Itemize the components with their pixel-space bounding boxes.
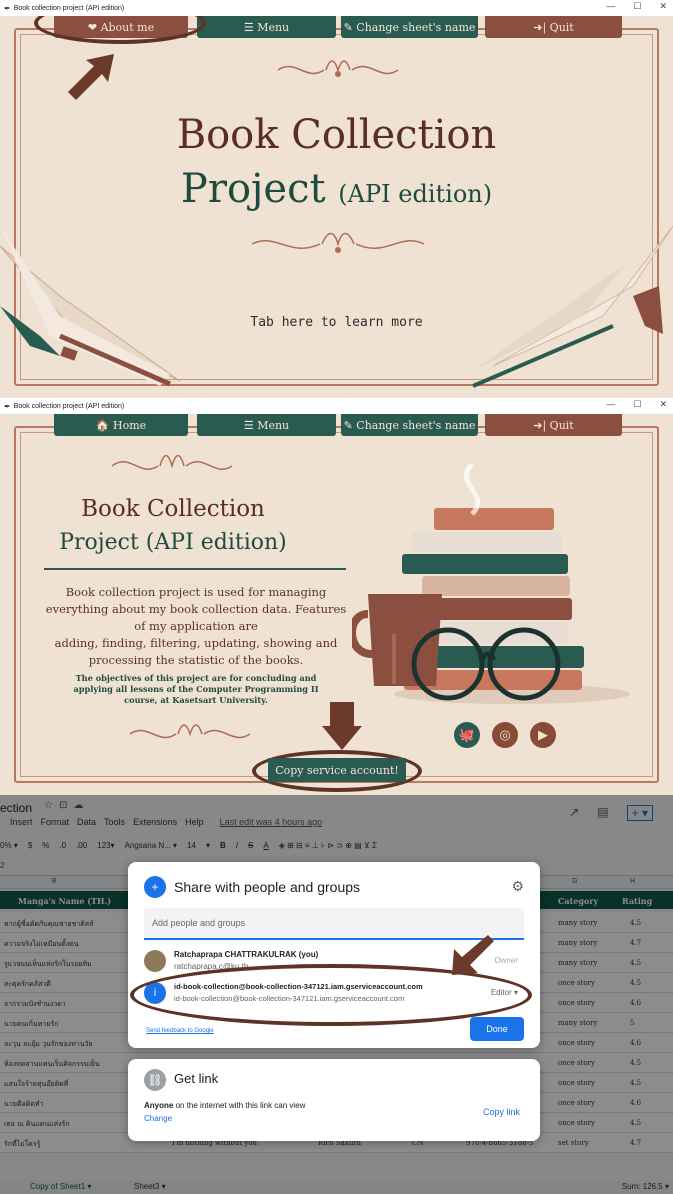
pointer-arrow xyxy=(452,935,494,975)
open-book-right xyxy=(472,206,673,388)
change-sheet-name-button[interactable]: ✎ Change sheet's name xyxy=(341,16,478,38)
about-title-line1: Book Collection xyxy=(81,496,265,522)
ornament-bottom xyxy=(129,724,251,739)
github-icon[interactable]: 🐙 xyxy=(454,722,480,748)
copy-service-account-button[interactable]: Copy service account! xyxy=(268,758,406,782)
description: Book collection project is used for mana… xyxy=(40,584,352,669)
get-link-title: Get link xyxy=(174,1071,219,1086)
window-controls: — ☐ ✕ xyxy=(606,399,667,410)
get-link-dialog: ⛓ Get link Anyone on the internet with t… xyxy=(128,1059,540,1141)
description-line: Book collection project is used for mana… xyxy=(65,585,327,599)
add-person-icon: + xyxy=(144,876,166,898)
quit-button[interactable]: ➜| Quit xyxy=(485,414,622,436)
ornament-top xyxy=(277,60,399,77)
link-access-text: Anyone on the internet with this link ca… xyxy=(144,1101,305,1110)
title-bar: ✒ Book collection project (API edition) … xyxy=(0,0,673,16)
send-feedback-link[interactable]: Send feedback to Google xyxy=(146,1028,214,1034)
open-book-left xyxy=(0,226,180,387)
minimize-icon[interactable]: — xyxy=(606,399,615,410)
window-controls: — ☐ ✕ xyxy=(606,1,667,12)
home-button[interactable]: 🏠 Home xyxy=(54,414,188,436)
objective-line: applying all lessons of the Computer Pro… xyxy=(73,684,319,694)
pointer-arrow xyxy=(322,702,362,750)
share-dialog-title: Share with people and groups xyxy=(174,879,361,895)
gear-icon[interactable]: ⚙ xyxy=(511,878,524,895)
link-desc: on the internet with this link can view xyxy=(175,1101,306,1110)
change-sheet-name-button[interactable]: ✎ Change sheet's name xyxy=(341,414,478,436)
title-line1: Book Collection xyxy=(176,112,497,158)
ornament-bottom xyxy=(251,232,425,253)
owner-role: Owner xyxy=(494,956,518,965)
social-links: 🐙 ◎ ▶ xyxy=(454,722,556,748)
about-title-line2: Project (API edition) xyxy=(59,530,287,555)
description-line: of my application are xyxy=(134,619,258,633)
done-button[interactable]: Done xyxy=(470,1017,524,1041)
link-who: Anyone xyxy=(144,1101,174,1110)
description-line: adding, finding, filtering, updating, sh… xyxy=(54,636,338,650)
description-line: processing the statistic of the books. xyxy=(88,653,304,667)
link-icon: ⛓ xyxy=(144,1069,166,1091)
window-cover: ✒ Book collection project (API edition) … xyxy=(0,0,673,398)
learn-more-link[interactable]: Tab here to learn more xyxy=(0,315,673,330)
menu-button[interactable]: ☰ Menu xyxy=(197,16,336,38)
objective-line: course, at Kasetsart University. xyxy=(124,695,268,705)
owner-name: Ratchaprapa CHATTRAKULRAK (you) xyxy=(174,950,319,959)
feather-icon: ✒ xyxy=(4,3,11,13)
pointer-arrow xyxy=(68,54,114,100)
window-title: Book collection project (API edition) xyxy=(13,402,125,410)
close-icon[interactable]: ✕ xyxy=(659,399,667,410)
minimize-icon[interactable]: — xyxy=(606,1,615,12)
feather-icon: ✒ xyxy=(4,401,11,411)
description-line: everything about my book collection data… xyxy=(45,602,347,616)
title-underline xyxy=(44,568,346,570)
cover-poster[interactable]: ❤ About me ☰ Menu ✎ Change sheet's name … xyxy=(0,16,673,398)
window-about: ✒ Book collection project (API edition) … xyxy=(0,398,673,795)
instagram-icon[interactable]: ◎ xyxy=(492,722,518,748)
window-title: Book collection project (API edition) xyxy=(13,4,125,12)
google-sheets-window: ection ☆ ⊡ ☁ ↗ ▤ + ▾ Insert Format Data … xyxy=(0,795,673,1194)
about-poster: 🏠 Home ☰ Menu ✎ Change sheet's name ➜| Q… xyxy=(0,414,673,795)
copy-link-button[interactable]: Copy link xyxy=(483,1107,520,1117)
avatar xyxy=(144,950,166,972)
title-bar: ✒ Book collection project (API edition) … xyxy=(0,398,673,414)
objective-line: The objectives of this project are for c… xyxy=(75,673,317,683)
change-link-button[interactable]: Change xyxy=(144,1114,172,1123)
books-coffee-illustration xyxy=(352,464,630,704)
maximize-icon[interactable]: ☐ xyxy=(633,1,641,12)
objective: The objectives of this project are for c… xyxy=(64,673,328,706)
quit-button[interactable]: ➜| Quit xyxy=(485,16,622,38)
title-project: Project xyxy=(180,166,326,212)
menu-button[interactable]: ☰ Menu xyxy=(197,414,336,436)
close-icon[interactable]: ✕ xyxy=(659,1,667,12)
maximize-icon[interactable]: ☐ xyxy=(633,399,641,410)
youtube-icon[interactable]: ▶ xyxy=(530,722,556,748)
title-suffix: (API edition) xyxy=(338,180,493,208)
ornament-top xyxy=(111,454,233,470)
